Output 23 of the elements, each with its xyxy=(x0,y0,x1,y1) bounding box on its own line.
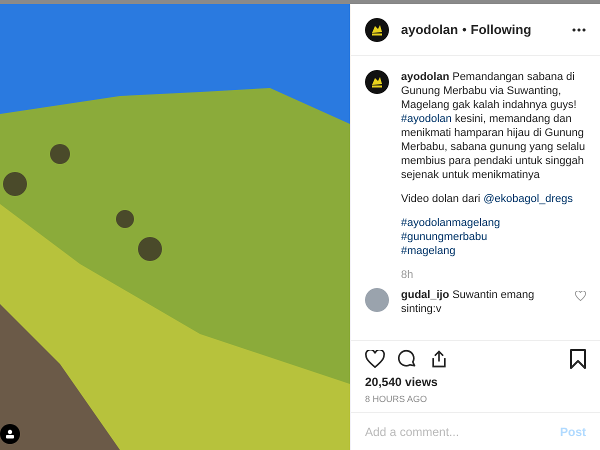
comment-input[interactable]: Add a comment... xyxy=(365,422,560,440)
username-link[interactable]: ayodolan xyxy=(401,20,458,40)
logo-icon[interactable] xyxy=(365,70,389,94)
bookmark-icon[interactable] xyxy=(570,348,586,368)
caption-username[interactable]: ayodolan xyxy=(401,71,450,83)
heart-icon[interactable] xyxy=(365,350,385,368)
comment-username[interactable]: gudal_ijo xyxy=(401,289,450,301)
separator-dot: • xyxy=(462,20,467,39)
hashtag-link[interactable]: #gunungmerbabu xyxy=(401,231,488,243)
comment-icon[interactable] xyxy=(397,348,417,368)
hashtag-link[interactable]: #ayodolan xyxy=(401,113,452,125)
more-options-icon[interactable] xyxy=(572,28,586,32)
post-time: 8h xyxy=(401,268,414,282)
following-button[interactable]: Following xyxy=(470,20,532,40)
hashtag-link[interactable]: #magelang xyxy=(401,245,456,257)
hashtag-link[interactable]: #ayodolanmagelang xyxy=(401,217,500,229)
post-date: 8 HOURS AGO xyxy=(365,392,428,406)
caption-text: ayodolan Pemandangan sabana di Gunung Merbabu via Suwanting, Magelang gak kalah indahnya guys! #ayodolan kesini, memandang dan menikmati hamparan hijau di Gunung Merbabu, sabana gunung yang selalu membius para pendaki untuk singgah sejenak untuk menikmatinya xyxy=(401,70,586,182)
comment-text: gudal_ijo Suwantin emang sinting:v xyxy=(401,288,536,316)
logo-icon[interactable] xyxy=(365,18,389,42)
hashtag-link[interactable]: @ekobagol_dregs xyxy=(483,193,573,205)
view-count: 20,540 views xyxy=(365,374,439,390)
caption-text: Video dolan dari @ekobagol_dregs xyxy=(401,192,574,206)
